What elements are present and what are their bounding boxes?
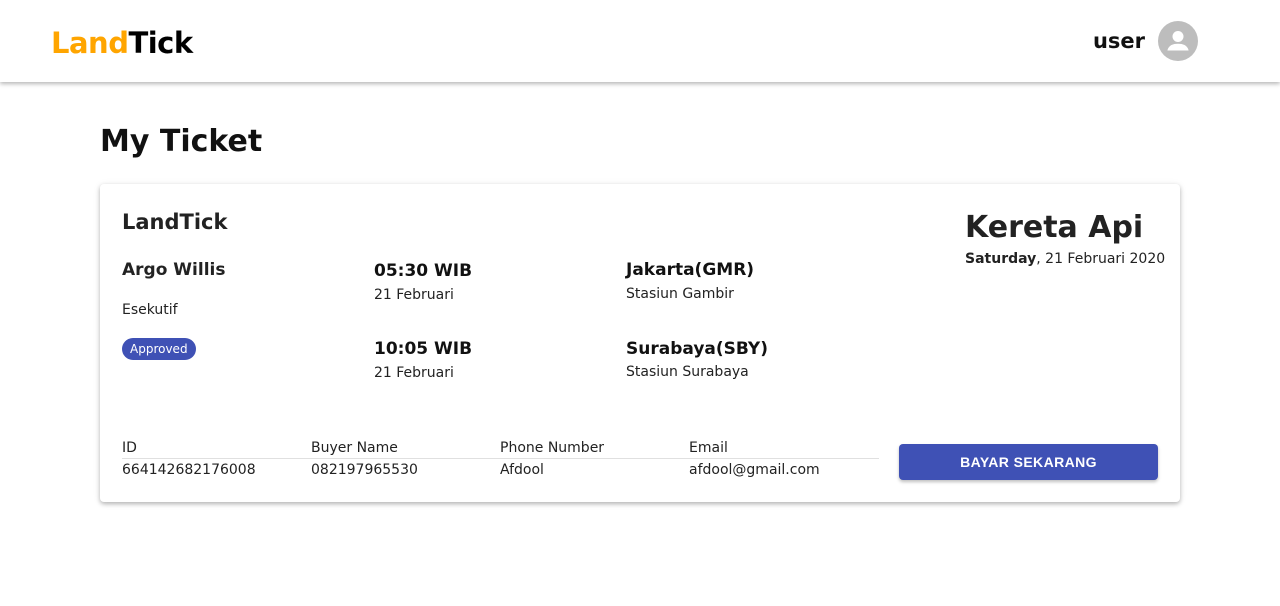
column-header-id: ID (122, 440, 137, 456)
arrival-station: Stasiun Surabaya (626, 364, 749, 380)
user-menu[interactable]: user (1093, 21, 1198, 61)
ticket-brand: LandTick (122, 210, 228, 234)
departure-city: Jakarta(GMR) (626, 260, 755, 280)
column-header-buyer-name: Buyer Name (311, 440, 398, 456)
ticket-id-value: 664142682176008 (122, 462, 256, 478)
brand-logo-part2: Tick (128, 26, 193, 60)
buyer-name-value: 082197965530 (311, 462, 418, 478)
brand-logo[interactable]: LandTick (51, 25, 193, 61)
status-badge: Approved (122, 338, 196, 360)
train-class: Esekutif (122, 302, 178, 318)
departure-station: Stasiun Gambir (626, 286, 734, 302)
ticket-card: LandTick Argo Willis Esekutif Approved 0… (100, 184, 1180, 502)
trip-date: Saturday, 21 Februari 2020 (965, 251, 1165, 267)
trip-day: Saturday (965, 251, 1037, 267)
account-circle-icon[interactable] (1158, 21, 1198, 61)
departure-time: 05:30 WIB (374, 261, 472, 281)
phone-number-value: Afdool (500, 462, 544, 478)
train-name: Argo Willis (122, 260, 226, 280)
column-header-email: Email (689, 440, 728, 456)
arrival-time-value: 10:05 (374, 339, 429, 359)
username[interactable]: user (1093, 29, 1145, 53)
departure-time-value: 05:30 (374, 261, 429, 281)
pay-now-button[interactable]: BAYAR SEKARANG (899, 444, 1158, 480)
email-value: afdool@gmail.com (689, 462, 820, 478)
arrival-time-zone: WIB (434, 339, 473, 359)
arrival-time: 10:05 WIB (374, 339, 472, 359)
page-title: My Ticket (100, 124, 263, 159)
arrival-city: Surabaya(SBY) (626, 339, 768, 359)
table-divider (122, 458, 879, 459)
departure-date: 21 Februari (374, 287, 454, 303)
brand-logo-part1: Land (51, 26, 129, 60)
transport-type: Kereta Api (965, 210, 1144, 245)
navbar: LandTick user (0, 0, 1280, 82)
departure-time-zone: WIB (434, 261, 473, 281)
trip-full-date: , 21 Februari 2020 (1036, 251, 1166, 267)
arrival-date: 21 Februari (374, 365, 454, 381)
column-header-phone-number: Phone Number (500, 440, 605, 456)
